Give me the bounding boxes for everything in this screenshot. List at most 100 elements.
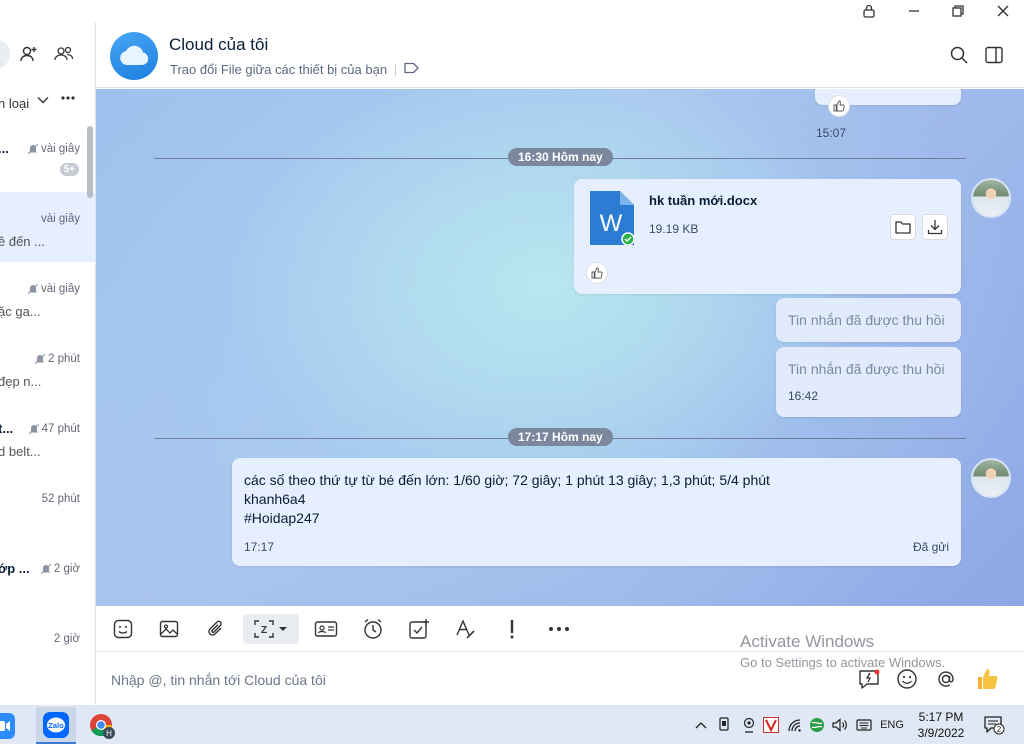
conversation-time: 2 giờ	[54, 633, 80, 645]
word-document-icon[interactable]: W	[590, 191, 635, 246]
attachment-icon[interactable]	[201, 614, 231, 644]
reminder-clock-icon[interactable]	[358, 614, 388, 644]
like-reaction-icon[interactable]	[828, 95, 850, 117]
quick-message-icon[interactable]	[857, 667, 881, 691]
divider	[395, 63, 397, 76]
message-time: 15:07	[816, 126, 847, 140]
message-status: Đã gửi	[912, 540, 949, 554]
text-message-bubble[interactable]: các số theo thứ tự từ bé đến lớn: 1/60 g…	[232, 458, 961, 566]
list-item[interactable]: vài giây ê đến ...	[0, 192, 95, 262]
conversation-filter[interactable]: n loại	[0, 94, 95, 114]
task-icon[interactable]	[404, 614, 434, 644]
sidebar-scrollbar[interactable]	[87, 126, 93, 198]
restore-icon[interactable]	[940, 0, 976, 22]
list-item[interactable]: vài giây ặc ga...	[0, 262, 95, 332]
conversation-time: vài giây	[28, 283, 80, 295]
volume-icon[interactable]	[831, 715, 849, 735]
cloud-avatar[interactable]	[110, 32, 158, 80]
conversation-preview: ê đến ...	[0, 234, 45, 249]
activation-watermark: Activate Windows Go to Settings to activ…	[740, 632, 945, 670]
wifi-icon[interactable]	[786, 715, 804, 735]
image-icon[interactable]	[154, 614, 184, 644]
time-text: 47 phút	[41, 423, 80, 435]
conversation-time: 2 phút	[35, 353, 80, 365]
close-icon[interactable]	[985, 0, 1021, 22]
zalo-label: Zalo	[48, 721, 64, 730]
file-message-bubble[interactable]: W hk tuần mới.docx 19.19 KB	[574, 179, 961, 294]
network-app-icon[interactable]	[808, 715, 826, 735]
clock-date: 3/9/2022	[917, 726, 965, 740]
add-friend-icon[interactable]	[17, 42, 41, 66]
more-options-icon[interactable]	[544, 614, 574, 644]
list-item[interactable]: 2 phút đẹp n...	[0, 332, 95, 402]
conversation-time: vài giây	[28, 143, 80, 155]
message-time: 16:42	[788, 389, 819, 403]
conversation-time: 47 phút	[28, 423, 80, 435]
conversation-preview: đẹp n...	[0, 374, 42, 389]
sidebar-toggle-icon[interactable]	[981, 42, 1007, 68]
important-icon[interactable]	[497, 614, 527, 644]
notification-center-icon[interactable]: 2	[982, 715, 1006, 735]
message-line: khanh6a4	[244, 491, 306, 507]
conversation-time: 52 phút	[42, 493, 80, 505]
date-divider-label: 16:30 Hôm nay	[508, 148, 613, 166]
download-icon	[927, 220, 943, 235]
list-item[interactable]: 52 phút	[0, 472, 95, 542]
list-item[interactable]: ... vài giây 5+	[0, 122, 95, 192]
message-input[interactable]: Nhập @, tin nhắn tới Cloud của tôi	[111, 672, 326, 688]
lock-icon[interactable]	[851, 0, 887, 22]
conversation-list: ... vài giây 5+ vài giây ê đến ... vài g…	[0, 122, 95, 682]
search-input[interactable]	[0, 39, 10, 69]
zoom-app-icon[interactable]	[0, 707, 22, 744]
chevron-down-icon[interactable]	[37, 94, 49, 109]
usb-device-icon[interactable]	[716, 715, 732, 735]
language-indicator[interactable]: ENG	[877, 715, 907, 735]
download-button[interactable]	[922, 214, 948, 240]
chat-header: Cloud của tôi Trao đổi File giữa các thi…	[96, 22, 1024, 88]
conversation-sidebar: n loại ... vài giây 5+ vài giây ê đến ..…	[0, 22, 96, 705]
clock-time: 5:17 PM	[918, 710, 964, 724]
conversation-snippet: ...	[0, 141, 9, 156]
zalo-app-icon[interactable]: Zalo	[36, 707, 76, 744]
avatar[interactable]	[971, 458, 1011, 498]
list-item[interactable]: 2 giờ	[0, 612, 95, 682]
contact-card-icon[interactable]	[311, 614, 341, 644]
list-item[interactable]: t... 47 phút d belt...	[0, 402, 95, 472]
screenshot-button[interactable]: Z	[243, 614, 299, 644]
minimize-icon[interactable]	[896, 0, 932, 22]
recalled-message-bubble[interactable]: Tin nhắn đã được thu hồi 16:42	[776, 347, 961, 417]
page-title: Cloud của tôi	[169, 35, 269, 54]
unread-badge: 5+	[59, 163, 79, 176]
conversation-time: vài giây	[41, 213, 80, 225]
message-line: các số theo thứ tự từ bé đến lớn: 1/60 g…	[244, 472, 770, 488]
time-text: 2 giờ	[53, 563, 80, 575]
notification-count: 2	[997, 725, 1002, 734]
screenshot-icon: Z	[254, 620, 287, 638]
antivirus-icon[interactable]	[762, 715, 780, 735]
chevron-up-icon[interactable]	[693, 715, 709, 735]
system-clock[interactable]: 5:17 PM 3/9/2022	[910, 709, 972, 741]
mention-icon[interactable]	[934, 667, 958, 691]
list-item[interactable]: ớp ... 2 giờ	[0, 542, 95, 612]
time-text: 52 phút	[41, 493, 80, 505]
sticker-icon[interactable]	[108, 614, 138, 644]
open-folder-button[interactable]	[890, 214, 916, 240]
tag-icon[interactable]	[404, 62, 419, 77]
text-format-icon[interactable]	[450, 614, 480, 644]
conversation-preview: ặc ga...	[0, 304, 41, 319]
thumbs-up-send-icon[interactable]	[976, 667, 1000, 691]
avatar[interactable]	[971, 178, 1011, 218]
search-icon[interactable]	[946, 42, 972, 68]
message-area[interactable]: 15:07 16:30 Hôm nay W hk tuần mới.docx 1…	[96, 89, 1024, 606]
create-group-icon[interactable]	[52, 42, 76, 66]
window-titlebar	[0, 0, 1024, 22]
file-name[interactable]: hk tuần mới.docx	[649, 193, 757, 208]
recalled-message-bubble[interactable]: Tin nhắn đã được thu hồi	[776, 298, 961, 342]
webcam-icon[interactable]	[740, 715, 758, 735]
keyboard-icon[interactable]	[855, 715, 873, 735]
more-icon[interactable]	[60, 90, 76, 111]
chrome-app-icon[interactable]: H	[82, 707, 122, 744]
emoji-icon[interactable]	[895, 667, 919, 691]
time-text: vài giây	[41, 213, 80, 225]
like-reaction-icon[interactable]	[586, 262, 608, 284]
